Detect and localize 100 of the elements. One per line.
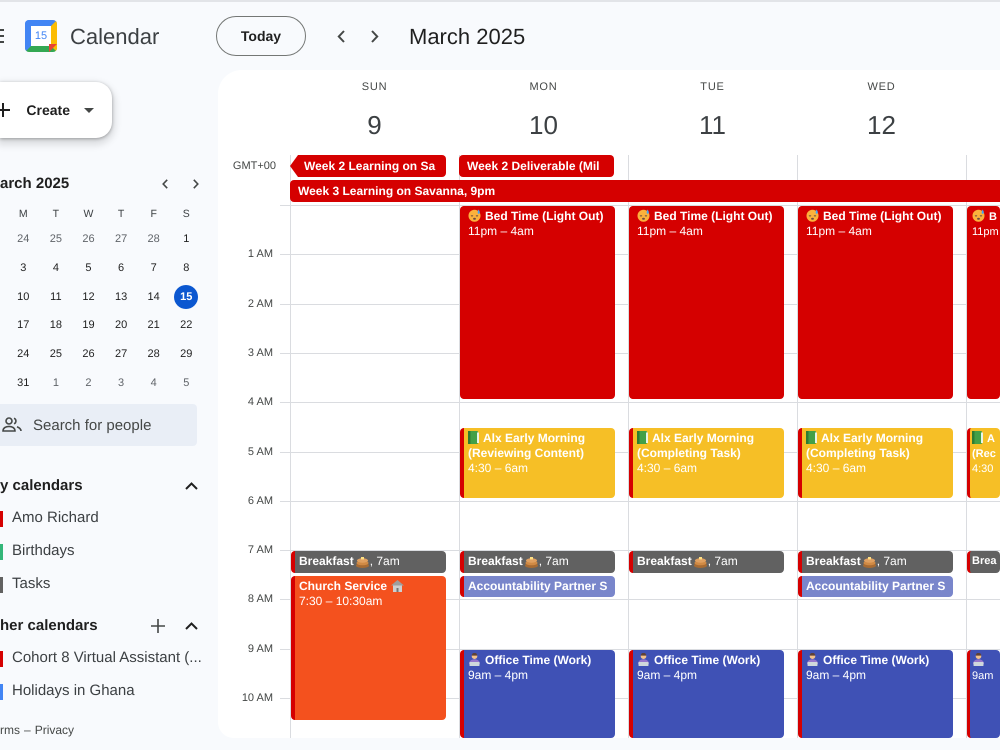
- mini-calendar-day[interactable]: 25: [44, 227, 68, 252]
- chevron-right-icon[interactable]: [371, 30, 379, 42]
- chevron-up-icon[interactable]: [185, 622, 198, 630]
- sleepy-face-icon: [806, 209, 819, 222]
- mini-calendar-day[interactable]: 11: [44, 284, 68, 309]
- mini-calendar-day[interactable]: 7: [142, 256, 166, 280]
- mini-calendar-day[interactable]: 17: [11, 313, 36, 338]
- chevron-left-icon[interactable]: [162, 179, 168, 189]
- mini-calendar-day[interactable]: 20: [109, 313, 134, 338]
- event-title: Brea: [972, 554, 996, 570]
- event-block[interactable]: Office Time (Work) 9am – 4pm: [460, 650, 615, 738]
- mini-calendar-day[interactable]: 5: [174, 370, 198, 395]
- color-swatch-icon[interactable]: [0, 576, 3, 593]
- event-time: , 7am: [538, 554, 569, 570]
- footer-link[interactable]: Privacy: [34, 723, 74, 738]
- mini-calendar-day[interactable]: 13: [109, 284, 134, 309]
- event-block[interactable]: 9am: [967, 650, 1000, 738]
- event-chip[interactable]: Breakfast , 7am: [291, 551, 446, 573]
- color-swatch-icon[interactable]: [0, 650, 3, 667]
- calendar-name[interactable]: Amo Richard: [12, 507, 99, 530]
- mini-calendar-day[interactable]: 4: [142, 370, 166, 395]
- mini-calendar-day[interactable]: 22: [174, 313, 198, 338]
- mini-calendar-day[interactable]: 15: [174, 284, 198, 309]
- calendar-name[interactable]: Holidays in Ghana: [12, 680, 135, 703]
- mini-calendar-day[interactable]: 24: [11, 227, 36, 252]
- event-chip[interactable]: Breakfast , 7am: [629, 551, 784, 573]
- mini-calendar-day[interactable]: 31: [11, 370, 36, 395]
- hour-label: 7 AM: [248, 543, 273, 558]
- mini-calendar-day[interactable]: 19: [76, 313, 100, 338]
- event-block[interactable]: Bed Time (Light Out) 11pm – 4am: [798, 206, 953, 400]
- pancakes-icon: [694, 555, 707, 568]
- mini-calendar-day[interactable]: 28: [142, 342, 166, 366]
- mini-calendar-day[interactable]: 27: [109, 342, 134, 366]
- mini-calendar-day[interactable]: 28: [142, 227, 166, 252]
- event-block[interactable]: Bed Time (Light Out) 11pm – 4am: [460, 206, 615, 400]
- mini-calendar-day[interactable]: 1: [174, 227, 198, 252]
- section-title[interactable]: her calendars: [0, 614, 98, 638]
- mini-calendar-day[interactable]: 8: [174, 256, 198, 280]
- book-icon: [806, 430, 817, 444]
- current-period: March 2025: [409, 22, 526, 50]
- event-block[interactable]: B 11pm: [967, 206, 1000, 400]
- menu-icon[interactable]: [0, 28, 4, 44]
- mini-calendar-day[interactable]: 5: [76, 256, 100, 280]
- mini-calendar-day[interactable]: 1: [44, 370, 68, 395]
- event-title: Breakfast: [299, 554, 354, 570]
- book-icon: [972, 430, 983, 444]
- mini-calendar-day[interactable]: 25: [44, 342, 68, 366]
- add-icon[interactable]: [151, 619, 165, 634]
- chevron-right-icon[interactable]: [193, 179, 199, 189]
- event-block[interactable]: Office Time (Work) 9am – 4pm: [798, 650, 953, 738]
- footer-link[interactable]: rms: [0, 723, 20, 738]
- people-search-field[interactable]: Search for people: [0, 404, 197, 446]
- event-title: A: [987, 432, 995, 445]
- chevron-up-icon[interactable]: [185, 482, 198, 490]
- mini-calendar-day[interactable]: 6: [109, 256, 134, 280]
- event-time: , 7am: [876, 554, 907, 570]
- calendar-name[interactable]: Birthdays: [12, 540, 75, 563]
- mini-calendar-day[interactable]: 27: [109, 227, 134, 252]
- calendar-name[interactable]: Cohort 8 Virtual Assistant (...: [12, 647, 202, 670]
- mini-calendar-day[interactable]: 3: [109, 370, 134, 395]
- mini-calendar-day[interactable]: 26: [76, 342, 100, 366]
- section-title[interactable]: y calendars: [0, 474, 83, 498]
- mini-calendar-day[interactable]: 3: [11, 256, 36, 280]
- event-chip[interactable]: Brea: [967, 551, 1000, 573]
- event-chip[interactable]: Breakfast , 7am: [460, 551, 615, 573]
- day-number[interactable]: 12: [867, 105, 896, 145]
- color-swatch-icon[interactable]: [0, 684, 3, 700]
- event-time: 9am: [972, 670, 994, 682]
- day-number[interactable]: 9: [367, 105, 382, 145]
- mini-calendar-day[interactable]: 12: [76, 284, 100, 309]
- color-swatch-icon[interactable]: [0, 544, 3, 560]
- event-block[interactable]: Bed Time (Light Out) 11pm – 4am: [629, 206, 784, 400]
- mini-calendar-day[interactable]: 18: [44, 313, 68, 338]
- event-title: Office Time (Work): [485, 652, 592, 667]
- calendar-name[interactable]: Tasks: [12, 573, 50, 596]
- weekday-letter: W: [84, 207, 94, 222]
- day-number[interactable]: 10: [529, 105, 558, 145]
- mini-calendar-day[interactable]: 29: [174, 342, 198, 366]
- event-title: Bed Time (Light Out): [823, 209, 942, 223]
- mini-calendar-day[interactable]: 2: [76, 370, 100, 395]
- mini-calendar-day[interactable]: 4: [44, 256, 68, 280]
- day-number[interactable]: 11: [699, 105, 726, 145]
- create-button[interactable]: Create: [0, 82, 112, 138]
- mini-calendar-day[interactable]: 14: [142, 284, 166, 309]
- mini-calendar-day[interactable]: 24: [11, 342, 36, 366]
- color-swatch-icon[interactable]: [0, 510, 3, 527]
- event-title: Alx Early Morning: [652, 430, 754, 445]
- chevron-left-icon[interactable]: [337, 30, 345, 42]
- event-chip[interactable]: Breakfast , 7am: [798, 551, 953, 573]
- all-day-event[interactable]: Week 2 Deliverable (Mil: [459, 155, 614, 177]
- timezone-label: GMT+00: [232, 159, 276, 174]
- mini-calendar-day[interactable]: 26: [76, 227, 100, 252]
- mini-calendar-month: arch 2025: [0, 174, 70, 194]
- event-block[interactable]: Office Time (Work) 9am – 4pm: [629, 650, 784, 738]
- today-button[interactable]: Today: [216, 16, 306, 56]
- all-day-event[interactable]: Week 2 Learning on Sa: [290, 155, 446, 177]
- mini-calendar-day[interactable]: 10: [11, 284, 36, 309]
- mini-calendar-day[interactable]: 21: [142, 313, 166, 338]
- all-day-event[interactable]: Week 3 Learning on Savanna, 9pm: [290, 180, 1000, 202]
- house-icon: [391, 580, 404, 592]
